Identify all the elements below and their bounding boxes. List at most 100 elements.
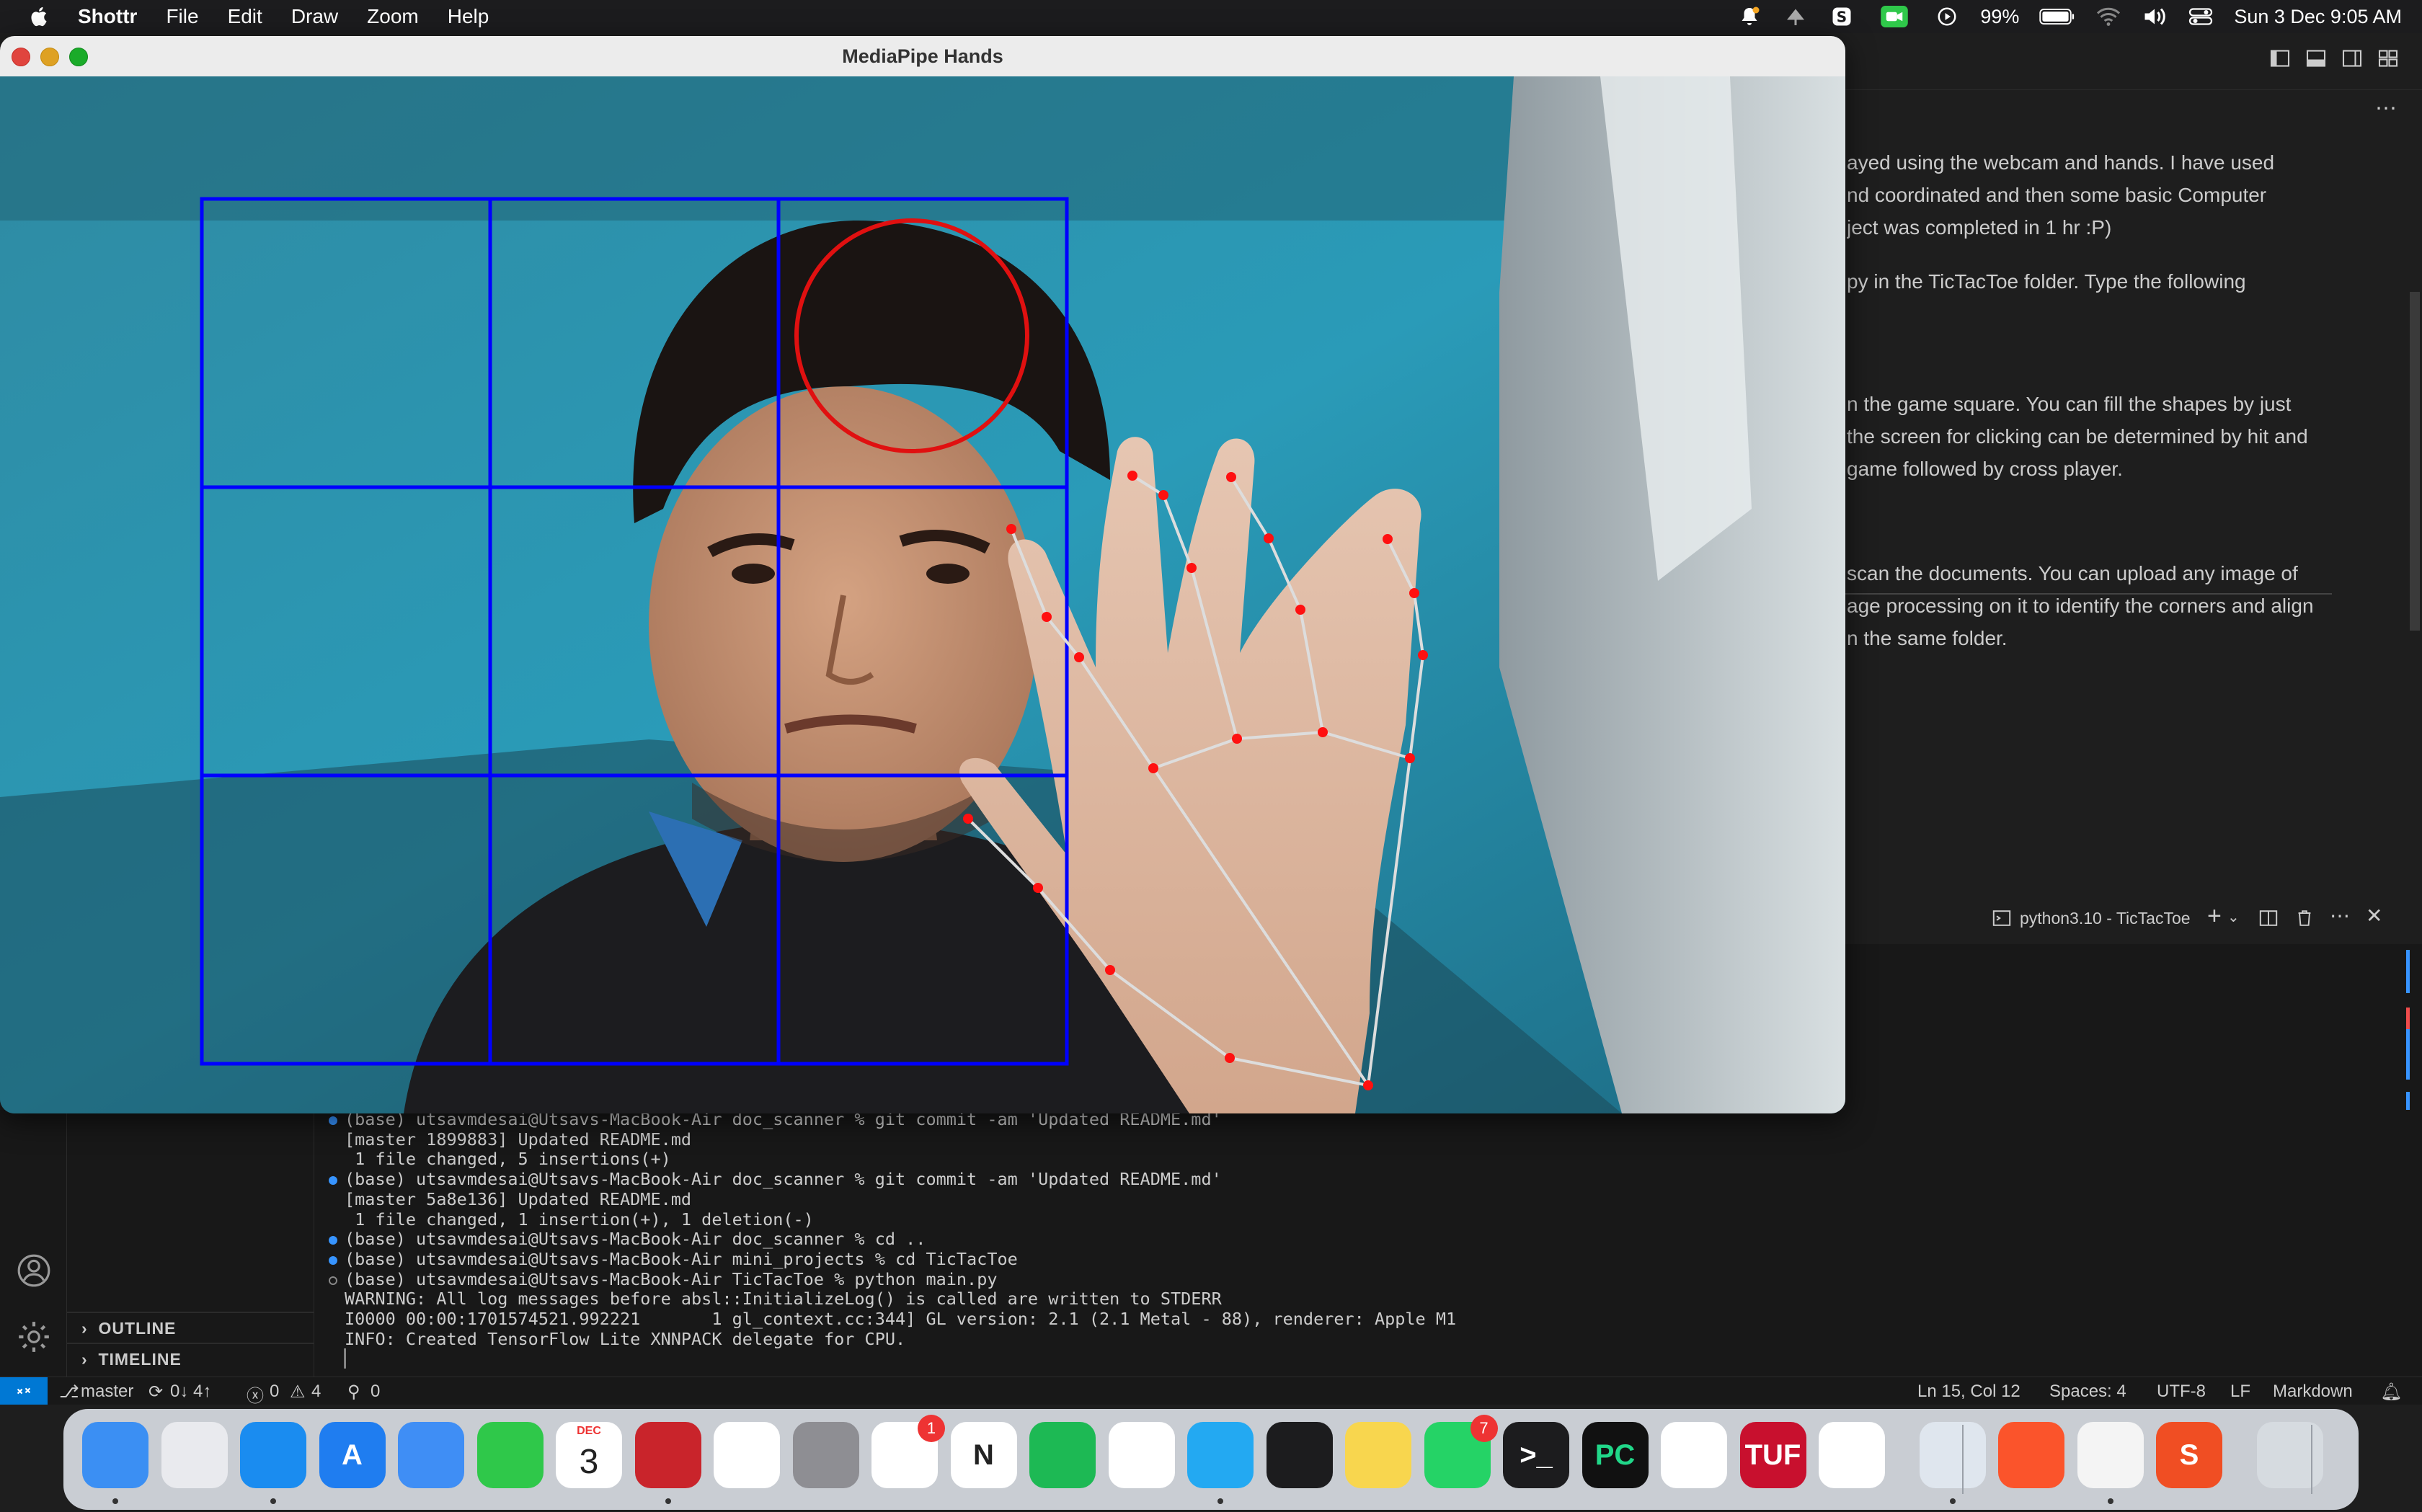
notion-icon[interactable]: N xyxy=(950,1422,1017,1488)
chevron-down-icon[interactable]: ⌄ xyxy=(2227,908,2240,926)
wifi-icon[interactable] xyxy=(2095,6,2121,27)
git-branch[interactable]: master xyxy=(81,1382,133,1402)
outline-section[interactable]: › OUTLINE xyxy=(81,1319,176,1338)
calendar-icon[interactable]: DEC 3 xyxy=(556,1422,622,1488)
webcam-feed[interactable] xyxy=(0,76,1845,1113)
finder-icon[interactable] xyxy=(82,1422,148,1488)
window-title-bar[interactable]: MediaPipe Hands xyxy=(0,36,1845,77)
command-status-dot[interactable] xyxy=(329,1176,337,1186)
safari-icon[interactable] xyxy=(240,1422,306,1488)
brave-icon[interactable] xyxy=(1998,1422,2064,1488)
system-settings-icon[interactable] xyxy=(792,1422,859,1488)
new-terminal-icon[interactable]: + xyxy=(2207,902,2222,930)
menubar-clock[interactable]: Sun 3 Dec 9:05 AM xyxy=(2234,6,2402,28)
close-panel-icon[interactable]: ✕ xyxy=(2366,904,2382,928)
language-mode[interactable]: Markdown xyxy=(2273,1382,2353,1402)
accounts-icon[interactable] xyxy=(16,1253,52,1289)
toggle-primary-sidebar-icon[interactable] xyxy=(2269,48,2291,69)
line-ending[interactable]: LF xyxy=(2230,1382,2250,1402)
terminal-line: ▏ xyxy=(326,1349,1456,1369)
editor-scrollbar[interactable] xyxy=(2410,292,2420,631)
shottr-icon[interactable]: S xyxy=(2156,1422,2222,1488)
toggle-panel-icon[interactable] xyxy=(2305,48,2327,69)
svg-text:S: S xyxy=(1837,9,1847,26)
terminal-area[interactable] xyxy=(1845,944,2422,1110)
readme-line: n the same folder. xyxy=(1847,627,2008,649)
dock-icon-glyph: PC xyxy=(1594,1438,1636,1471)
spotify-icon[interactable] xyxy=(1029,1422,1096,1488)
hand-landmark xyxy=(1264,533,1274,543)
more-actions-icon[interactable]: ⋯ xyxy=(2330,904,2350,928)
chevron-right-icon: › xyxy=(81,1319,88,1338)
split-terminal-icon[interactable] xyxy=(2258,908,2279,928)
skype-menubar-icon[interactable]: S xyxy=(1829,6,1855,27)
whatsapp-icon[interactable]: 7 xyxy=(1424,1415,1498,1488)
activity-monitor-icon[interactable] xyxy=(1266,1422,1333,1488)
terminal[interactable]: (base) utsavmdesai@Utsavs-MacBook-Air do… xyxy=(314,1109,2422,1377)
google-photos-icon[interactable] xyxy=(714,1422,780,1488)
launchpad-icon[interactable] xyxy=(161,1422,228,1488)
play-circle-icon[interactable] xyxy=(1934,6,1960,27)
error-count[interactable]: 0 xyxy=(270,1382,279,1402)
sync-icon[interactable]: ⟳ xyxy=(148,1382,163,1402)
trash-terminal-icon[interactable] xyxy=(2294,908,2315,928)
photo-booth-icon[interactable] xyxy=(634,1422,701,1488)
camera-in-use-icon[interactable] xyxy=(1875,6,1914,27)
more-actions-icon[interactable]: ⋯ xyxy=(2375,96,2397,121)
notifications-bell-icon[interactable]: 🔔︎ xyxy=(2380,1382,2402,1402)
mail-icon[interactable] xyxy=(398,1422,464,1488)
warning-icon: ⚠ xyxy=(290,1382,306,1402)
volume-icon[interactable] xyxy=(2142,6,2168,27)
menu-zoom[interactable]: Zoom xyxy=(367,5,419,28)
notes-icon[interactable] xyxy=(1345,1422,1411,1488)
command-status-dot[interactable] xyxy=(329,1116,337,1125)
terminal-icon[interactable]: >_ xyxy=(1503,1422,1569,1488)
command-status-dot[interactable] xyxy=(329,1276,337,1285)
timeline-section[interactable]: › TIMELINE xyxy=(81,1350,182,1369)
cursor-position[interactable]: Ln 15, Col 12 xyxy=(1917,1382,2020,1402)
terminal-line: 1 file changed, 5 insertions(+) xyxy=(326,1149,1456,1170)
app-store-icon[interactable]: A xyxy=(319,1422,386,1488)
preview-icon[interactable] xyxy=(1919,1422,1986,1488)
menu-draw[interactable]: Draw xyxy=(291,5,338,28)
dock-separator xyxy=(2311,1425,2312,1494)
customize-layout-icon[interactable] xyxy=(2377,48,2399,69)
manage-gear-icon[interactable] xyxy=(16,1319,52,1355)
terminal-line: 1 file changed, 1 insertion(+), 1 deleti… xyxy=(326,1209,1456,1230)
command-status-dot[interactable] xyxy=(329,1236,337,1245)
terminal-line-text: (base) utsavmdesai@Utsavs-MacBook-Air Ti… xyxy=(345,1268,998,1289)
apple-menu-icon[interactable] xyxy=(27,4,52,29)
messages-icon[interactable] xyxy=(476,1422,544,1488)
warning-count[interactable]: 4 xyxy=(311,1382,321,1402)
battery-icon[interactable] xyxy=(2039,6,2075,27)
remote-indicator[interactable] xyxy=(0,1377,48,1405)
toggle-secondary-sidebar-icon[interactable] xyxy=(2341,48,2363,69)
command-status-dot[interactable] xyxy=(329,1255,337,1265)
menu-app-name[interactable]: Shottr xyxy=(78,5,137,28)
hand-landmark xyxy=(1226,472,1236,482)
tuf-icon[interactable]: TUF xyxy=(1739,1422,1806,1488)
markdown-editor[interactable]: ⋯ ayed using the webcam and hands. I hav… xyxy=(1845,90,2422,894)
photos-icon[interactable] xyxy=(1661,1422,1727,1488)
terminal-tab-label[interactable]: python3.10 - TicTacToe xyxy=(2020,909,2191,928)
google-meet-icon[interactable] xyxy=(1819,1422,1885,1488)
hand-landmark xyxy=(1148,763,1158,773)
document-icon[interactable] xyxy=(2077,1422,2144,1488)
chrome-icon[interactable] xyxy=(1108,1422,1175,1488)
sync-status[interactable]: 0↓ 4↑ xyxy=(170,1382,211,1402)
ports-count[interactable]: 0 xyxy=(371,1382,380,1402)
pycharm-icon[interactable]: PC xyxy=(1582,1422,1649,1488)
indentation[interactable]: Spaces: 4 xyxy=(2049,1382,2126,1402)
terminal-tab-icon xyxy=(1992,910,2011,926)
encoding[interactable]: UTF-8 xyxy=(2157,1382,2206,1402)
vscode-icon[interactable] xyxy=(1187,1422,1254,1488)
menu-edit[interactable]: Edit xyxy=(228,5,262,28)
trash-icon[interactable] xyxy=(2256,1422,2323,1488)
reminders-icon[interactable]: 1 xyxy=(871,1415,945,1488)
control-center-icon[interactable] xyxy=(2188,6,2214,27)
network-icon[interactable] xyxy=(1783,6,1809,27)
menu-file[interactable]: File xyxy=(166,5,198,28)
dock-icon-glyph: >_ xyxy=(1520,1438,1553,1471)
notification-bell-icon[interactable] xyxy=(1736,6,1762,27)
menu-help[interactable]: Help xyxy=(448,5,489,28)
